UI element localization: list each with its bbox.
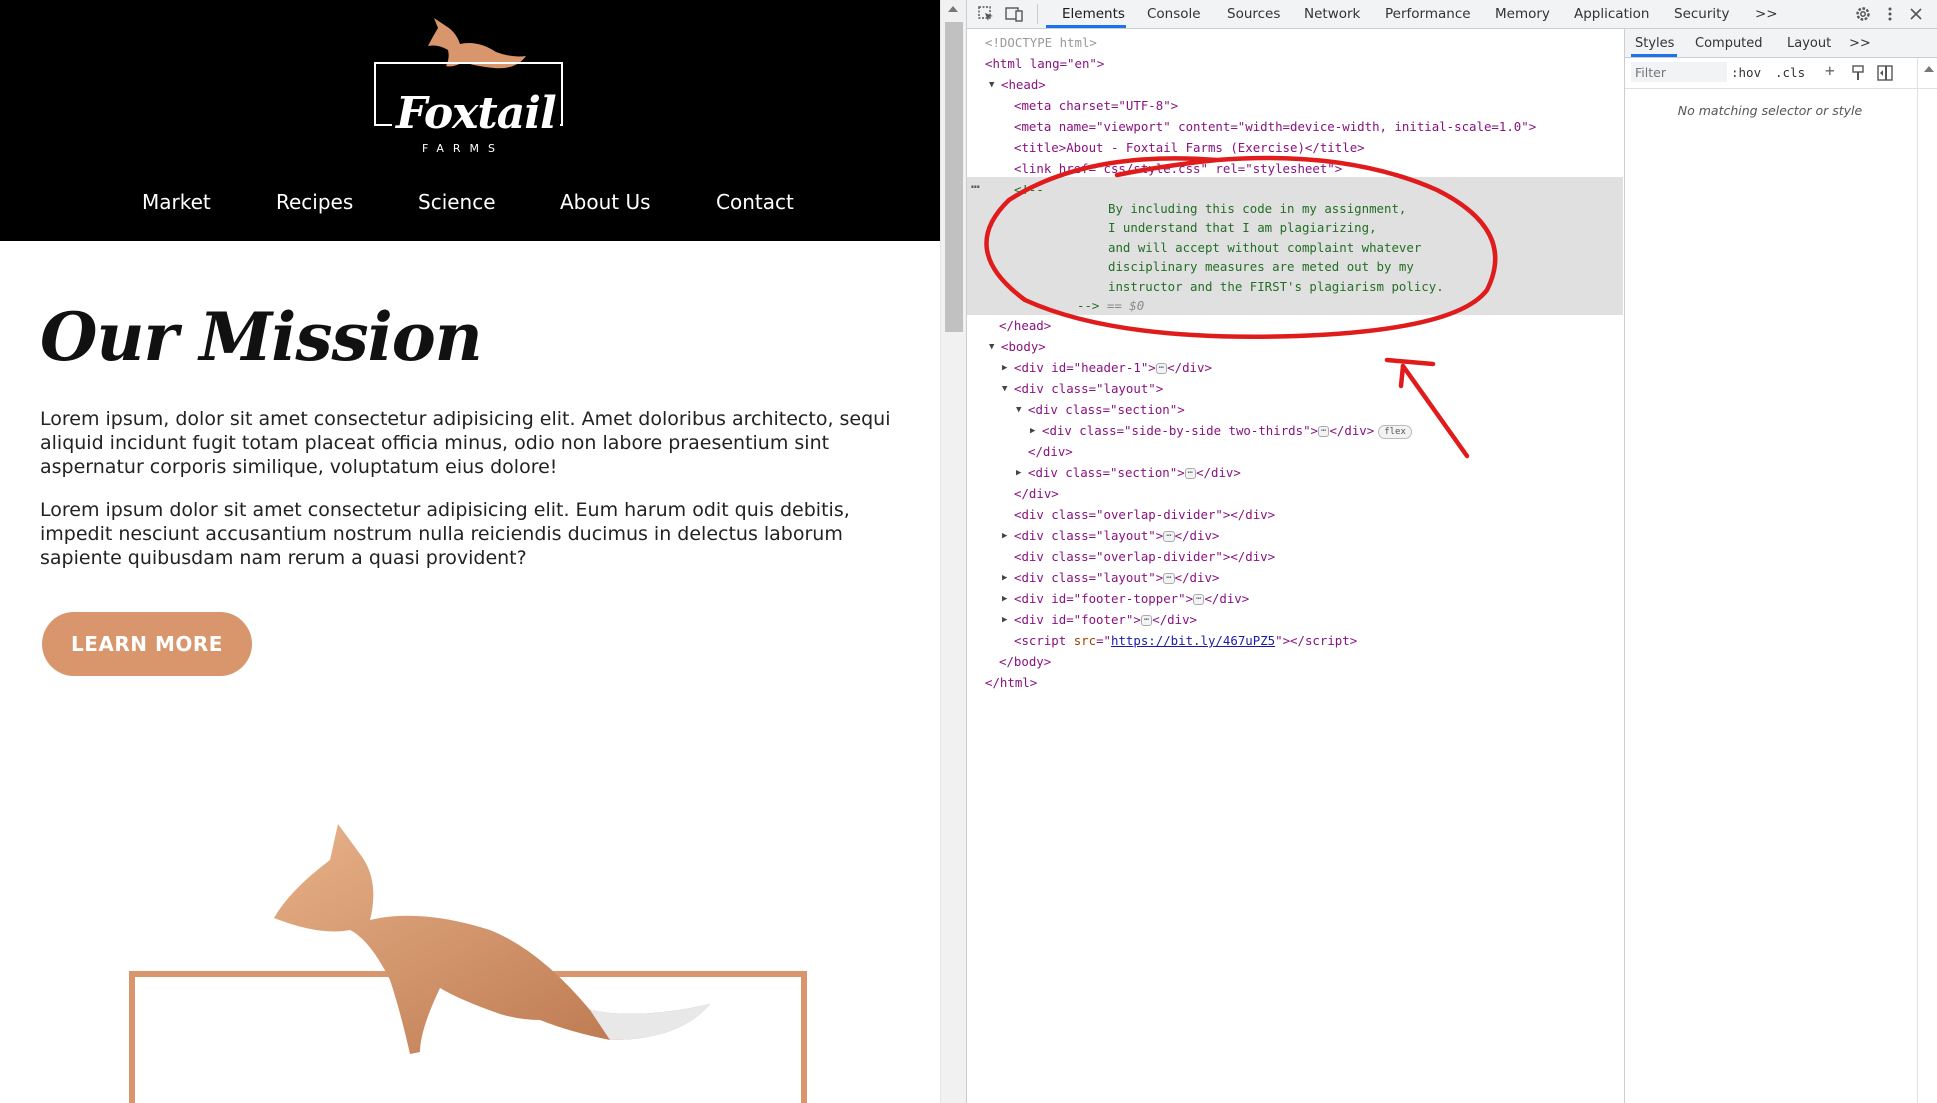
comment-line-2: I understand that I am plagiarizing,	[1108, 220, 1377, 235]
mission-paragraph-2: Lorem ipsum dolor sit amet consectetur a…	[40, 499, 850, 569]
active-tab-indicator	[1046, 25, 1126, 28]
nav-contact[interactable]: Contact	[716, 190, 794, 214]
styles-filter-row: :hov .cls +	[1625, 58, 1937, 89]
class-toggle[interactable]: .cls	[1775, 65, 1805, 80]
dom-body-close[interactable]: </body>	[999, 652, 1051, 672]
tab-memory[interactable]: Memory	[1495, 6, 1550, 22]
tab-elements[interactable]: Elements	[1062, 6, 1125, 22]
logo-wordmark: Foxtail	[392, 88, 560, 140]
dom-div-section-1[interactable]: ▼ <div class="section">	[1016, 400, 1185, 420]
tab-performance[interactable]: Performance	[1385, 6, 1471, 22]
comment-line-3: and will accept without complaint whatev…	[1108, 240, 1422, 255]
more-options-icon[interactable]	[1881, 5, 1899, 23]
main-nav: Market Recipes Science About Us Contact	[0, 190, 940, 220]
learn-more-button[interactable]: LEARN MORE	[42, 612, 252, 676]
sidebar-tabs: Styles Computed Layout >>	[1625, 29, 1937, 58]
dom-html-open[interactable]: <html lang="en">	[985, 54, 1104, 74]
dom-div-section-1-close[interactable]: </div>	[1028, 442, 1073, 462]
dom-div-section-2[interactable]: ▶ <div class="section"> ⋯ </div>	[1016, 463, 1241, 483]
tab-sources[interactable]: Sources	[1227, 6, 1280, 22]
tab-network[interactable]: Network	[1304, 6, 1360, 22]
nav-about-us[interactable]: About Us	[560, 190, 651, 214]
dom-div-layout-1[interactable]: ▼ <div class="layout">	[1002, 379, 1163, 399]
close-devtools-icon[interactable]	[1907, 5, 1925, 23]
tab-layout[interactable]: Layout	[1787, 36, 1831, 51]
scrollbar-thumb[interactable]	[945, 22, 963, 332]
settings-gear-icon[interactable]	[1854, 5, 1872, 23]
dom-div-layout-2[interactable]: ▶ <div class="layout"> ⋯ </div>	[1002, 526, 1219, 546]
node-actions-ellipsis-icon[interactable]: ⋯	[971, 179, 979, 195]
collapsed-ellipsis-icon[interactable]: ⋯	[1184, 468, 1197, 479]
collapsed-ellipsis-icon[interactable]: ⋯	[1140, 615, 1153, 626]
site-header: Foxtail FARMS Market Recipes Science Abo…	[0, 0, 940, 241]
dom-div-overlap-1[interactable]: <div class="overlap-divider"></div>	[1014, 505, 1275, 525]
dom-comment-open[interactable]: <!--	[1014, 180, 1044, 200]
sidebar-scroll-up-arrow-icon[interactable]	[1924, 66, 1934, 72]
tab-styles[interactable]: Styles	[1635, 36, 1674, 51]
active-side-tab-indicator	[1631, 54, 1677, 57]
dom-script[interactable]: <script src="https://bit.ly/467uPZ5"></s…	[1014, 631, 1357, 651]
dom-head-close[interactable]: </head>	[999, 316, 1051, 336]
dom-div-footer-topper[interactable]: ▶ <div id="footer-topper"> ⋯ </div>	[1002, 589, 1249, 609]
dom-div-side-by-side[interactable]: ▶ <div class="side-by-side two-thirds"> ⋯ <…	[1030, 421, 1412, 441]
devtools-panel: Elements Console Sources Network Perform…	[966, 0, 1937, 1103]
tab-computed[interactable]: Computed	[1695, 36, 1763, 51]
mission-title: Our Mission	[40, 298, 483, 376]
comment-line-5: instructor and the FIRST's plagiarism po…	[1108, 279, 1444, 294]
dom-div-layout-3[interactable]: ▶ <div class="layout"> ⋯ </div>	[1002, 568, 1219, 588]
dom-meta-viewport[interactable]: <meta name="viewport" content="width=dev…	[1014, 117, 1536, 137]
website-viewport: Foxtail FARMS Market Recipes Science Abo…	[0, 0, 940, 1103]
dom-div-overlap-2[interactable]: <div class="overlap-divider"></div>	[1014, 547, 1275, 567]
devtools-toolbar: Elements Console Sources Network Perform…	[967, 0, 1937, 29]
collapsed-ellipsis-icon[interactable]: ⋯	[1318, 426, 1330, 437]
mission-paragraph-1: Lorem ipsum, dolor sit amet consectetur …	[40, 408, 891, 478]
logo-subtitle: FARMS	[422, 142, 504, 155]
dom-html-close[interactable]: </html>	[985, 673, 1037, 693]
toggle-sidebar-icon[interactable]	[1877, 65, 1893, 81]
comment-line-1: By including this code in my assignment,	[1108, 201, 1407, 216]
more-side-tabs-chevron-icon[interactable]: >>	[1849, 36, 1871, 51]
dom-meta-charset[interactable]: <meta charset="UTF-8">	[1014, 96, 1178, 116]
dom-div-header[interactable]: ▶ <div id="header-1"> ⋯ </div>	[1002, 358, 1212, 378]
selected-node-marker: == $0	[1106, 298, 1145, 313]
nav-recipes[interactable]: Recipes	[276, 190, 353, 214]
flex-badge[interactable]: flex	[1378, 424, 1412, 439]
page-scrollbar[interactable]	[940, 0, 966, 1103]
collapsed-ellipsis-icon[interactable]: ⋯	[1193, 594, 1205, 605]
dom-head-open[interactable]: ▼ <head>	[989, 75, 1046, 95]
site-logo[interactable]: Foxtail FARMS	[372, 18, 566, 156]
tab-application[interactable]: Application	[1574, 6, 1649, 22]
device-toolbar-icon[interactable]	[1005, 5, 1023, 23]
styles-sidebar: Styles Computed Layout >> :hov .cls + No…	[1624, 29, 1937, 1103]
dom-doctype[interactable]: <!DOCTYPE html>	[985, 33, 1097, 53]
styles-filter-input[interactable]	[1631, 62, 1727, 82]
inspect-element-icon[interactable]	[977, 5, 995, 23]
large-fox-logo-image	[129, 824, 807, 1103]
dom-tree: ⋯ <!DOCTYPE html> <html lang="en"> ▼ <hea…	[967, 29, 1623, 1103]
nav-market[interactable]: Market	[142, 190, 211, 214]
script-src-link[interactable]: https://bit.ly/467uPZ5	[1111, 633, 1275, 648]
collapsed-ellipsis-icon[interactable]: ⋯	[1155, 363, 1168, 374]
collapsed-ellipsis-icon[interactable]: ⋯	[1163, 573, 1175, 584]
no-matching-styles-message: No matching selector or style	[1677, 103, 1863, 118]
dom-comment-close: --> == $0	[1077, 298, 1145, 313]
dom-div-footer[interactable]: ▶ <div id="footer"> ⋯ </div>	[1002, 610, 1197, 630]
collapsed-ellipsis-icon[interactable]: ⋯	[1163, 531, 1175, 542]
sidebar-scrollbar[interactable]	[1917, 58, 1937, 1103]
hover-state-toggle[interactable]: :hov	[1731, 65, 1761, 80]
nav-science[interactable]: Science	[418, 190, 496, 214]
dom-div-layout-1-close[interactable]: </div>	[1014, 484, 1059, 504]
tab-security[interactable]: Security	[1674, 6, 1729, 22]
comment-line-4: disciplinary measures are meted out by m…	[1108, 259, 1414, 274]
dom-title[interactable]: <title>About - Foxtail Farms (Exercise)<…	[1014, 138, 1365, 158]
scroll-up-arrow-icon[interactable]	[948, 6, 958, 12]
dom-link[interactable]: <link href="css/style.css" rel="styleshe…	[1014, 159, 1342, 179]
new-style-rule-plus-icon[interactable]: +	[1825, 61, 1835, 80]
dom-body-open[interactable]: ▼ <body>	[989, 337, 1046, 357]
paint-brush-icon[interactable]	[1851, 65, 1865, 81]
tab-console[interactable]: Console	[1147, 6, 1201, 22]
more-tabs-chevron-icon[interactable]: >>	[1755, 6, 1778, 22]
